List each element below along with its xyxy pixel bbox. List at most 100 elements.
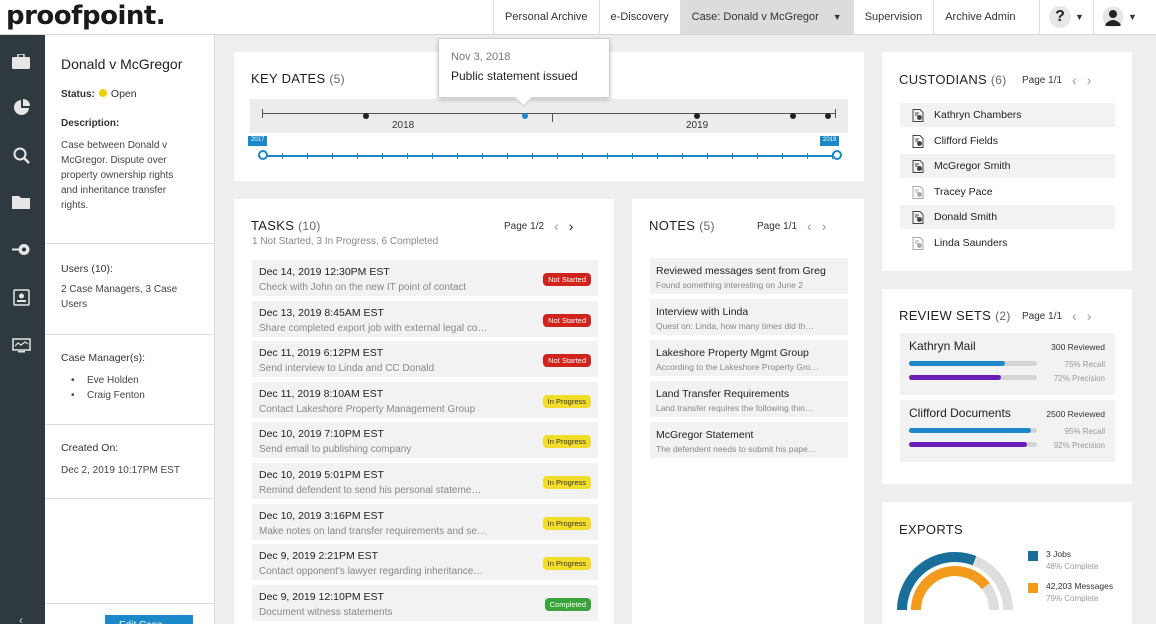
help-menu[interactable]: ? ▼ (1039, 0, 1093, 34)
tasks-pager: Page 1/2 ‹ › (504, 218, 573, 234)
custodian-document-icon (912, 109, 924, 122)
custodians-pager: Page 1/1 ‹ › (1022, 72, 1091, 88)
exports-card: EXPORTS 3 Jobs 48% Complete 42,203 Messa… (882, 502, 1132, 624)
range-start-handle[interactable] (258, 150, 268, 160)
case-managers: Case Manager(s): • Eve Holden • Craig Fent… (45, 335, 214, 425)
user-menu[interactable]: ▼ (1093, 0, 1145, 34)
custodian-item[interactable]: Kathryn Chambers (900, 103, 1115, 127)
nav-personal-archive[interactable]: Personal Archive (493, 0, 599, 34)
managers-label: Case Manager(s): (61, 352, 146, 364)
chevron-left-icon[interactable]: ‹ (1072, 308, 1077, 324)
top-bar: proofpoint. Personal Archive e-Discovery… (0, 0, 1156, 35)
chevron-right-icon[interactable]: › (822, 218, 827, 234)
folder-icon[interactable] (10, 192, 32, 212)
monitor-icon[interactable] (10, 335, 32, 355)
review-set-item[interactable]: Clifford Documents 2500 Reviewed 95% Recal… (900, 400, 1115, 462)
task-row[interactable]: Dec 11, 2019 6:12PM EST Send interview to… (252, 341, 598, 378)
note-title: Land Transfer Requirements (656, 388, 790, 400)
chevron-left-icon[interactable]: ‹ (807, 218, 812, 234)
pie-chart-icon[interactable] (10, 97, 32, 117)
legend-sub: 79% Complete (1046, 594, 1099, 603)
note-item[interactable]: Lakeshore Property Mgmt Group According t… (650, 340, 848, 376)
custodian-name: Kathryn Chambers (934, 109, 1022, 121)
status-label: Status: (61, 89, 95, 100)
task-row[interactable]: Dec 14, 2019 12:30PM EST Check with John … (252, 260, 598, 296)
case-details-panel: Donald v McGregor Status: Open Descriptio… (45, 35, 215, 624)
note-snippet: The defendent needs to submit his pape… (656, 444, 817, 454)
tooltip-text: Public statement issued (451, 69, 578, 83)
note-title: Lakeshore Property Mgmt Group (656, 347, 809, 359)
task-row[interactable]: Dec 10, 2019 3:16PM EST Make notes on lan… (252, 503, 598, 540)
note-item[interactable]: Reviewed messages sent from Greg Found so… (650, 258, 848, 294)
task-row[interactable]: Dec 11, 2019 8:10AM EST Contact Lakeshore… (252, 381, 598, 418)
chevron-right-icon[interactable]: › (1087, 72, 1092, 88)
note-title: Interview with Linda (656, 306, 749, 318)
tasks-page-label: Page 1/2 (504, 220, 545, 232)
range-end-handle[interactable] (832, 150, 842, 160)
key-date-marker[interactable] (363, 113, 369, 119)
nav-case-label: Case: Donald v McGregor (691, 11, 819, 23)
chevron-left-icon[interactable]: ‹ (10, 610, 32, 624)
nav-case[interactable]: Case: Donald v McGregor ▼ (679, 0, 853, 34)
task-description: Remind defendent to send his personal st… (259, 485, 482, 496)
custodian-item[interactable]: McGregor Smith (900, 154, 1115, 178)
note-snippet: Land transfer requires the following thi… (656, 403, 814, 413)
chevron-right-icon[interactable]: › (569, 218, 574, 234)
briefcase-icon[interactable] (10, 51, 32, 71)
search-icon[interactable] (10, 145, 32, 165)
key-date-marker-selected[interactable] (522, 113, 528, 119)
custodian-item[interactable]: Tracey Pace (900, 180, 1115, 204)
task-row[interactable]: Dec 10, 2019 5:01PM EST Remind defendent … (252, 463, 598, 499)
chevron-right-icon[interactable]: › (1087, 308, 1092, 324)
timeline-range-slider[interactable] (258, 153, 838, 159)
tooltip-date: Nov 3, 2018 (451, 51, 511, 63)
note-snippet: Quest on: Linda, how many times did th… (656, 321, 814, 331)
review-set-item[interactable]: Kathryn Mail 300 Reviewed 75% Recall 72% Pr… (900, 333, 1115, 395)
task-date: Dec 9, 2019 12:10PM EST (259, 590, 384, 603)
manager-item: • Eve Holden (71, 375, 139, 386)
nav-e-discovery[interactable]: e-Discovery (598, 0, 680, 34)
custodian-item[interactable]: Linda Saunders (900, 231, 1115, 255)
custodian-item[interactable]: Clifford Fields (900, 129, 1115, 153)
range-end-label: 2019 (820, 136, 840, 146)
key-date-marker[interactable] (694, 113, 700, 119)
task-row[interactable]: Dec 13, 2019 8:45AM EST Share completed e… (252, 300, 598, 337)
task-date: Dec 14, 2019 12:30PM EST (259, 266, 390, 278)
key-date-marker[interactable] (825, 113, 831, 119)
precision-bar (909, 375, 1037, 380)
proofpoint-logo[interactable]: proofpoint. (6, 1, 166, 31)
chevron-down-icon[interactable]: ▼ (833, 12, 842, 22)
main-nav: Personal Archive e-Discovery Case: Donal… (493, 0, 1027, 34)
task-row[interactable]: Dec 9, 2019 2:21PM EST Contact opponent's… (252, 544, 598, 581)
edit-case-button[interactable]: Edit Case (105, 615, 193, 624)
task-row[interactable]: Dec 10, 2019 7:10PM EST Send email to pub… (252, 422, 598, 459)
note-item[interactable]: Interview with Linda Quest on: Linda, how… (650, 299, 848, 335)
note-title: McGregor Statement (656, 429, 754, 441)
users-text: 2 Case Managers, 3 Case Users (61, 284, 178, 310)
key-date-tooltip: Nov 3, 2018 Public statement issued (438, 38, 610, 98)
note-item[interactable]: Land Transfer Requirements Land transfer … (650, 381, 848, 417)
id-card-icon[interactable] (10, 287, 32, 307)
task-description: Document witness statements (259, 606, 393, 618)
chevron-left-icon[interactable]: ‹ (1072, 72, 1077, 88)
status-dot-icon (98, 89, 107, 97)
task-description: Make notes on land transfer requirements… (259, 525, 487, 537)
chevron-left-icon[interactable]: ‹ (554, 218, 559, 234)
note-item[interactable]: McGregor Statement The defendent needs to… (650, 422, 848, 458)
key-date-marker[interactable] (790, 113, 796, 119)
nav-archive-admin[interactable]: Archive Admin (933, 0, 1026, 34)
task-description: Check with John on the new IT point of c… (259, 282, 467, 293)
manager-item: • Craig Fenton (71, 390, 145, 401)
case-users: Users (10): 2 Case Managers, 3 Case User… (45, 244, 214, 335)
tasks-card: TASKS (10) 1 Not Started, 3 In Progress,… (234, 199, 614, 624)
nav-supervision[interactable]: Supervision (852, 0, 933, 34)
task-date: Dec 10, 2019 5:01PM EST (259, 469, 384, 481)
custodian-item[interactable]: Donald Smith (900, 205, 1115, 229)
case-status: Status: Open (61, 88, 198, 100)
task-row[interactable]: Dec 9, 2019 12:10PM EST Document witness … (252, 584, 598, 621)
help-icon: ? (1049, 6, 1072, 28)
key-dates-title: KEY DATES (5) (251, 71, 345, 86)
range-start-label: 2017 (248, 136, 268, 146)
task-description: Send email to publishing company (259, 444, 412, 456)
key-icon[interactable] (10, 239, 32, 259)
